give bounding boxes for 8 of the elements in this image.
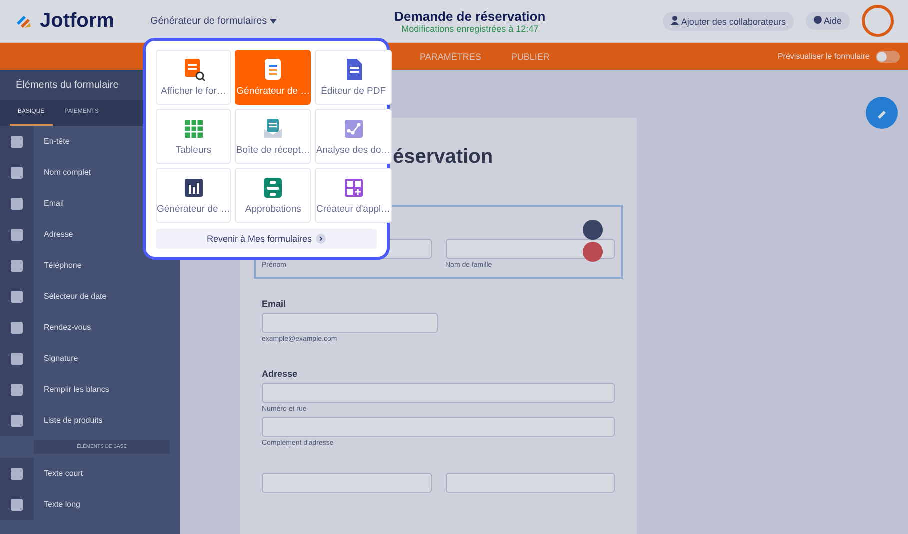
save-status: Modifications enregistrées à 12:47	[402, 24, 539, 34]
field-label: Email	[262, 299, 288, 309]
form-title: Demande de réservation	[394, 8, 546, 24]
form-heading: éservation	[393, 146, 494, 169]
logo-text: Jotform	[40, 10, 114, 32]
field-label: Adresse	[262, 369, 299, 379]
sidebar-title: Éléments du formulaire	[16, 80, 119, 90]
preview-label: Prévisualiser le formulaire	[778, 52, 870, 61]
